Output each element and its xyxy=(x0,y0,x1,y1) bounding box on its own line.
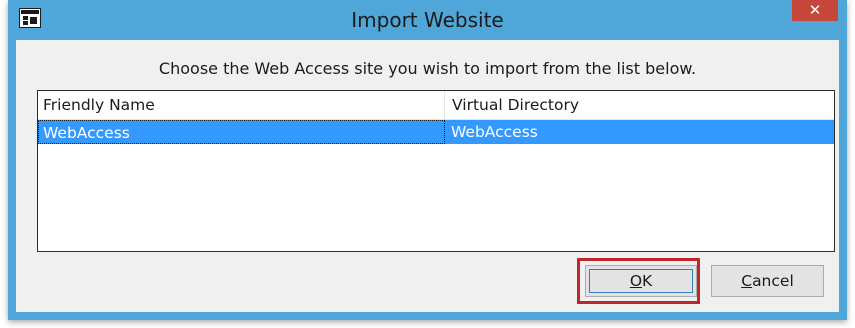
website-list[interactable]: Friendly Name Virtual Directory WebAcces… xyxy=(37,90,835,252)
ok-button[interactable]: OK xyxy=(585,265,697,297)
list-header: Friendly Name Virtual Directory xyxy=(38,91,834,120)
cancel-label-rest: ancel xyxy=(752,272,794,290)
column-header-friendly-name[interactable]: Friendly Name xyxy=(38,91,445,119)
focus-rectangle xyxy=(589,269,693,293)
column-header-virtual-directory[interactable]: Virtual Directory xyxy=(445,91,834,119)
cancel-mnemonic: C xyxy=(741,272,753,290)
cell-virtual-directory[interactable]: WebAccess xyxy=(445,120,834,144)
window-title: Import Website xyxy=(351,8,504,32)
cancel-button[interactable]: Cancel xyxy=(711,265,824,297)
title-bar[interactable]: Import Website ✕ xyxy=(8,0,847,40)
close-icon: ✕ xyxy=(808,1,822,19)
instruction-text: Choose the Web Access site you wish to i… xyxy=(158,59,697,78)
close-button[interactable]: ✕ xyxy=(792,0,838,21)
import-website-dialog: Import Website ✕ Choose the Web Access s… xyxy=(8,0,847,320)
cell-friendly-name[interactable]: WebAccess xyxy=(38,120,445,144)
dialog-body: Choose the Web Access site you wish to i… xyxy=(16,40,839,312)
list-row[interactable]: WebAccess WebAccess xyxy=(38,120,834,144)
